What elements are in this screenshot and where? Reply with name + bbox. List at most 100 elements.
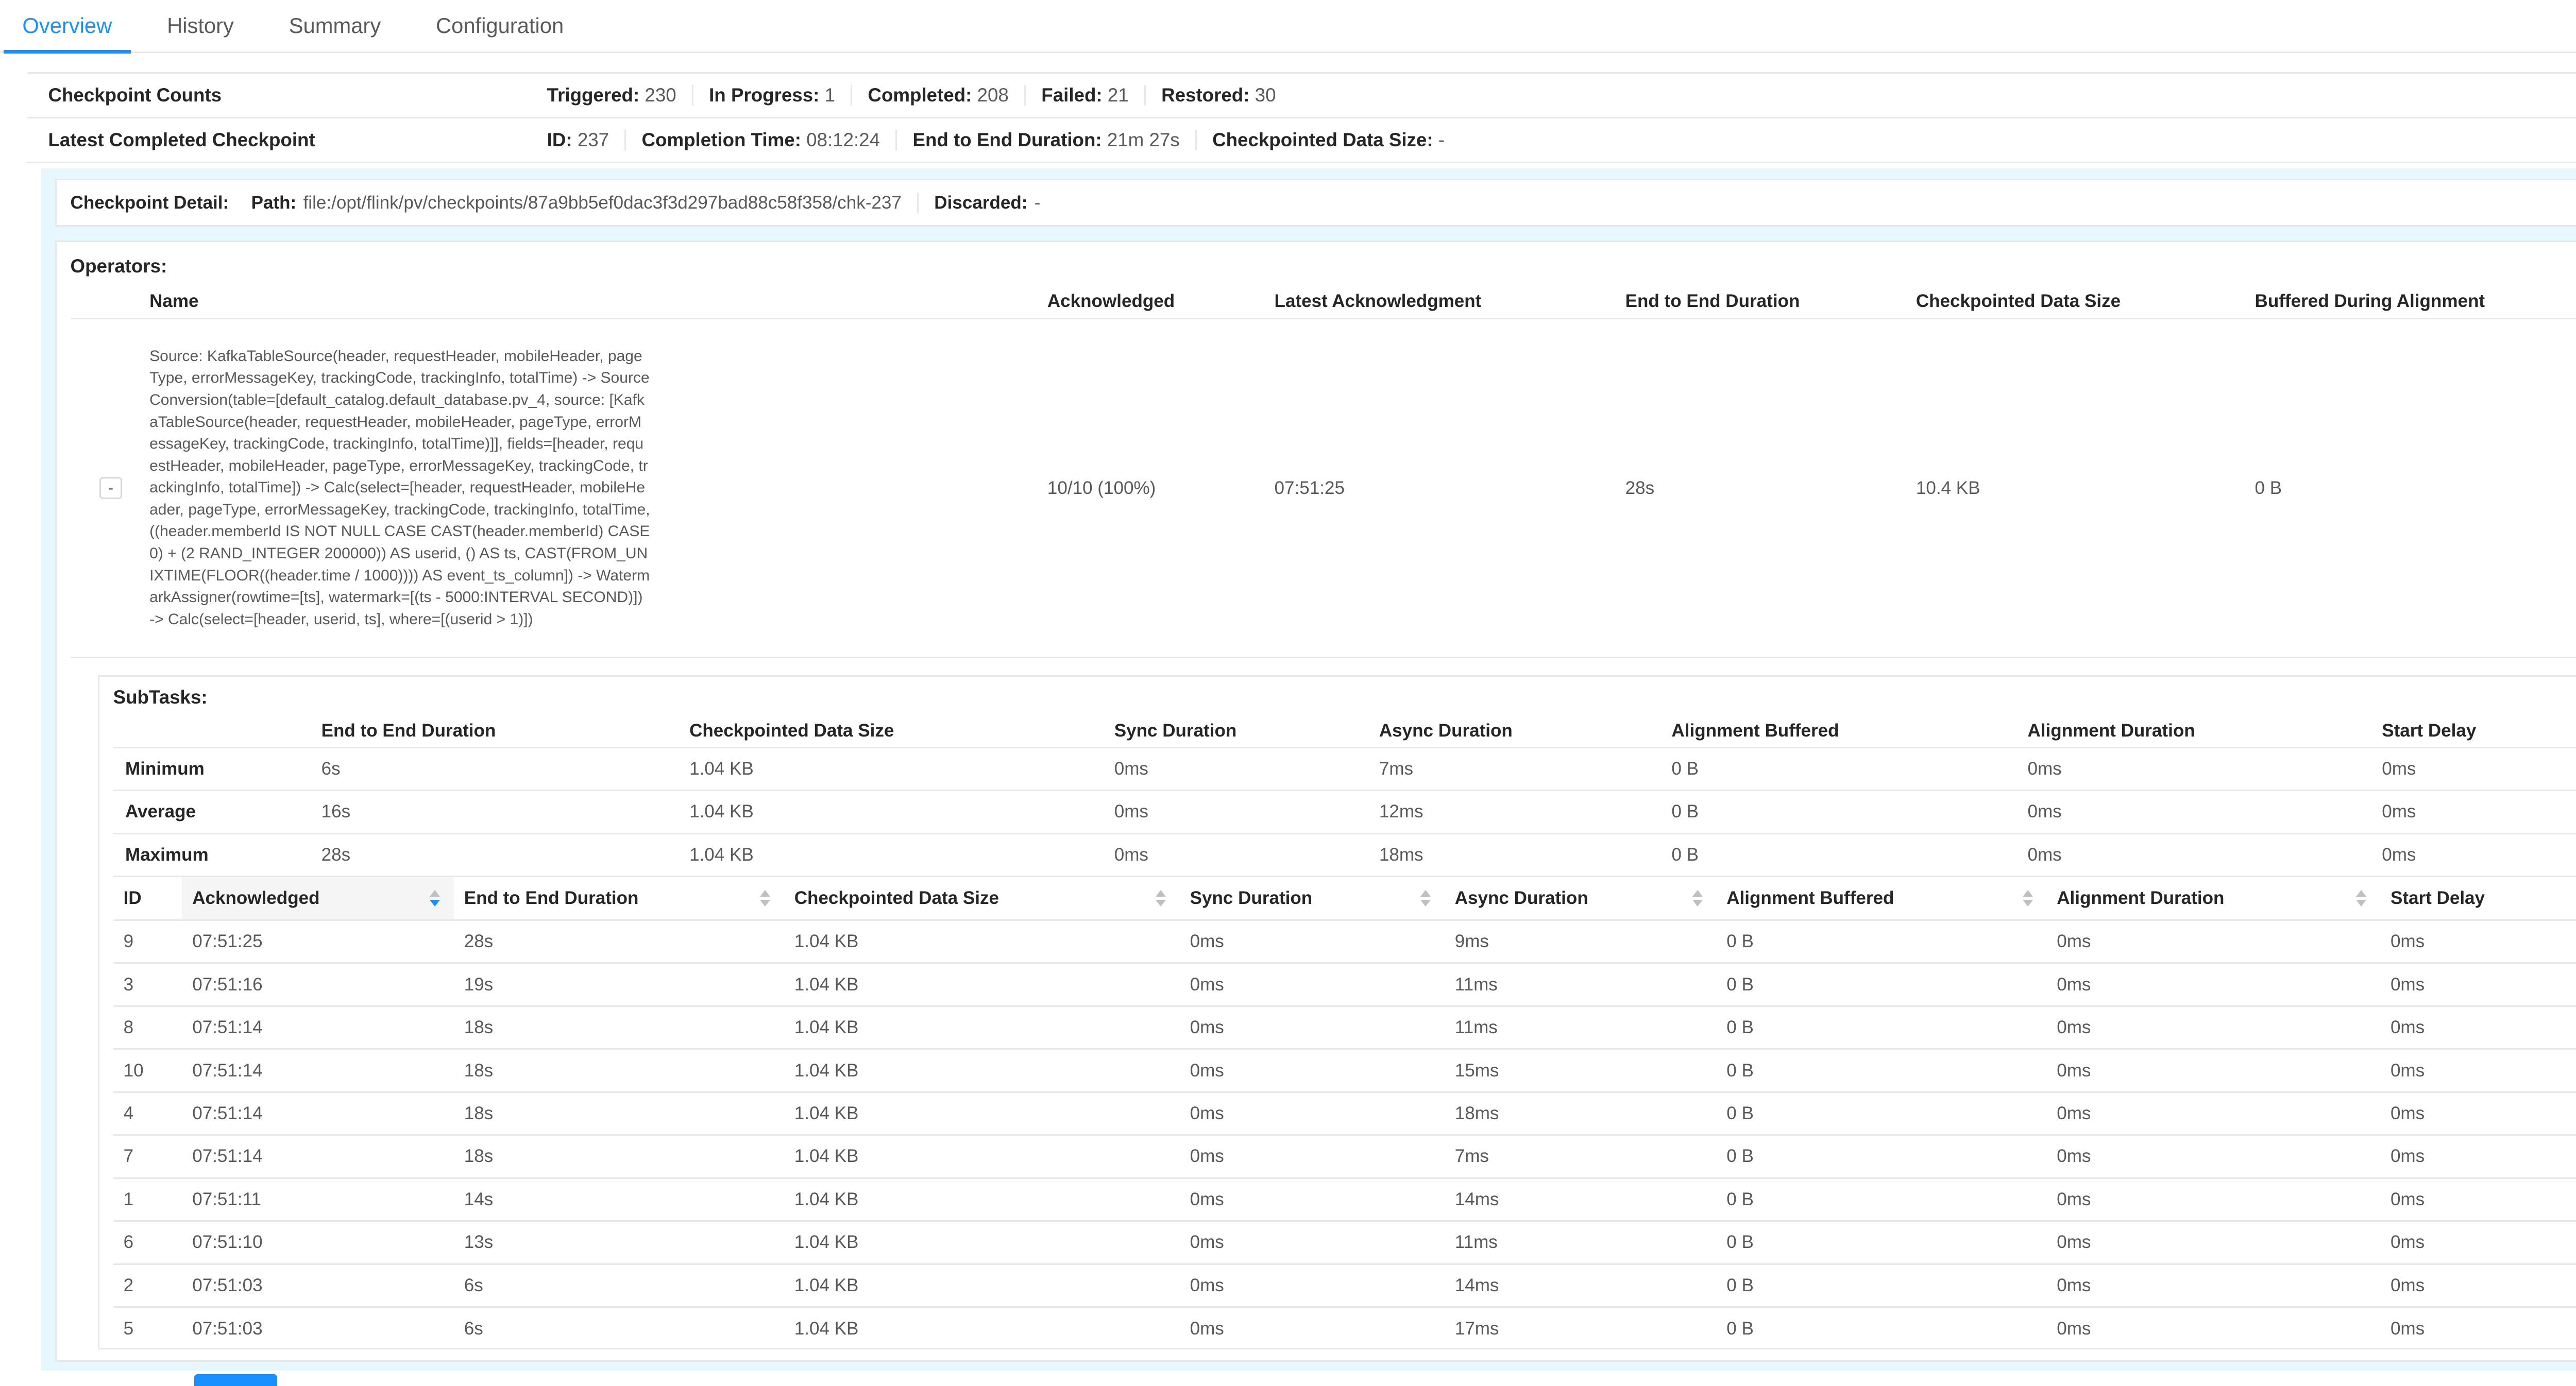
subtask-cell: 18s xyxy=(454,1006,784,1049)
checkpoint-stats: Checkpoint Counts Triggered: 230In Progr… xyxy=(27,72,2576,163)
path-label: Path: xyxy=(251,193,297,213)
column-header-acknowledged: Acknowledged xyxy=(1047,291,1275,312)
summary-row-label: Minimum xyxy=(113,747,315,790)
stat-item: Triggered: 230 xyxy=(547,84,676,106)
summary-cell: 0 B xyxy=(1665,833,2021,876)
operators-table: Name Acknowledged Latest Acknowledgment … xyxy=(71,285,2576,658)
subtask-cell: 0ms xyxy=(1180,1006,1445,1049)
subtask-cell: 0 B xyxy=(1716,1135,2046,1178)
subtasks-section-label: SubTasks: xyxy=(113,687,2576,708)
stat-value: 30 xyxy=(1249,84,1276,106)
summary-cell: 12ms xyxy=(1372,791,1665,833)
subtask-cell: 0 B xyxy=(1716,1264,2046,1307)
checkpoint-counts-values: Triggered: 230In Progress: 1Completed: 2… xyxy=(547,84,1276,106)
subtask-cell: 0ms xyxy=(2380,1264,2576,1307)
column-header-async-duration[interactable]: Async Duration xyxy=(1445,877,1717,920)
subtask-cell: 0 B xyxy=(1716,1092,2046,1135)
tab-overview[interactable]: Overview xyxy=(4,0,131,52)
stat-label: ID: xyxy=(547,129,572,150)
column-header-acknowledged[interactable]: Acknowledged xyxy=(182,877,454,920)
subtask-cell: 1.04 KB xyxy=(784,963,1180,1006)
caret-down-icon xyxy=(2023,900,2033,906)
stat-item: Completion Time: 08:12:24 xyxy=(642,129,880,151)
stat-item: Checkpointed Data Size: - xyxy=(1212,129,1445,151)
summary-row-label: Maximum xyxy=(113,833,315,876)
summary-cell: 6s xyxy=(314,747,682,790)
subtask-cell: 0ms xyxy=(2046,1307,2380,1350)
summary-col-start-delay: Start Delay xyxy=(2375,715,2576,747)
subtask-cell: 0ms xyxy=(1180,1092,1445,1135)
subtask-cell: 0ms xyxy=(1180,1221,1445,1264)
subtask-cell: 9ms xyxy=(1445,920,1717,963)
detail-header-row: ID AcknowledgedEnd to End DurationCheckpo… xyxy=(113,877,2576,920)
checkpoints-overview-panel: Overview History Summary Configuration R… xyxy=(0,0,2576,1386)
subtask-cell: 0ms xyxy=(2380,920,2576,963)
subtask-row: 607:51:1013s1.04 KB0ms11ms0 B0ms0ms xyxy=(113,1221,2576,1264)
subtask-row: 707:51:1418s1.04 KB0ms7ms0 B0ms0ms xyxy=(113,1135,2576,1178)
subtask-cell: 0ms xyxy=(1180,1178,1445,1221)
tab-history[interactable]: History xyxy=(148,0,252,52)
discarded-value: - xyxy=(1035,193,1041,213)
summary-row: Average16s1.04 KB0ms12ms0 B0ms0ms xyxy=(113,791,2576,833)
stat-item: End to End Duration: 21m 27s xyxy=(912,129,1179,151)
stat-item: Completed: 208 xyxy=(868,84,1008,106)
column-header-alignment-buffered[interactable]: Alignment Buffered xyxy=(1716,877,2046,920)
column-header-alignment-duration[interactable]: Alignment Duration xyxy=(2046,877,2380,920)
divider xyxy=(851,85,852,106)
tab-summary[interactable]: Summary xyxy=(270,0,400,52)
subtask-cell: 0ms xyxy=(1180,963,1445,1006)
summary-col-alignment-duration: Alignment Duration xyxy=(2021,715,2375,747)
subtask-cell: 07:51:14 xyxy=(182,1092,454,1135)
column-header-latest-acknowledgment: Latest Acknowledgment xyxy=(1275,291,1625,312)
subtask-cell: 0 B xyxy=(1716,1221,2046,1264)
collapse-toggle-button[interactable]: - xyxy=(99,477,122,499)
subtask-cell: 0 B xyxy=(1716,1307,2046,1350)
subtask-cell: 1.04 KB xyxy=(784,1135,1180,1178)
subtask-cell: 0ms xyxy=(1180,1049,1445,1092)
stat-value: 230 xyxy=(639,84,676,106)
subtask-row: 907:51:2528s1.04 KB0ms9ms0 B0ms0ms xyxy=(113,920,2576,963)
summary-cell: 0 B xyxy=(1665,791,2021,833)
column-header-start-delay[interactable]: Start Delay xyxy=(2380,877,2576,920)
subtask-cell: 13s xyxy=(454,1221,784,1264)
partially-visible-button[interactable] xyxy=(194,1374,277,1386)
checkpoint-detail-card: Checkpoint Detail: Path: file:/opt/flink… xyxy=(55,179,2576,227)
caret-down-icon xyxy=(430,900,440,906)
stat-item: ID: 237 xyxy=(547,129,609,151)
subtask-row: 507:51:036s1.04 KB0ms17ms0 B0ms0ms xyxy=(113,1307,2576,1350)
subtask-cell: 14s xyxy=(454,1178,784,1221)
column-header-end-to-end-duration[interactable]: End to End Duration xyxy=(454,877,784,920)
subtask-cell: 07:51:11 xyxy=(182,1178,454,1221)
operators-card: Operators: Name Acknowledged Latest Ackn… xyxy=(55,241,2576,1362)
checkpoint-counts-row: Checkpoint Counts Triggered: 230In Progr… xyxy=(27,72,2576,117)
subtask-cell: 0 B xyxy=(1716,1178,2046,1221)
subtask-cell: 9 xyxy=(113,920,182,963)
subtask-cell: 8 xyxy=(113,1006,182,1049)
caret-up-icon xyxy=(1420,890,1431,897)
subtask-cell: 6s xyxy=(454,1264,784,1307)
subtask-cell: 0ms xyxy=(2046,1221,2380,1264)
subtask-cell: 0ms xyxy=(2046,1006,2380,1049)
stat-value: 21 xyxy=(1103,84,1129,106)
subtask-cell: 1.04 KB xyxy=(784,1178,1180,1221)
tab-configuration[interactable]: Configuration xyxy=(417,0,583,52)
column-header-sync-duration[interactable]: Sync Duration xyxy=(1180,877,1445,920)
summary-cell: 0ms xyxy=(2375,747,2576,790)
summary-col-sync-duration: Sync Duration xyxy=(1107,715,1372,747)
summary-cell: 1.04 KB xyxy=(683,747,1108,790)
stat-label: Checkpointed Data Size: xyxy=(1212,129,1433,150)
stat-label: In Progress: xyxy=(709,84,819,106)
subtask-cell: 10 xyxy=(113,1049,182,1092)
subtask-cell: 07:51:14 xyxy=(182,1135,454,1178)
caret-up-icon xyxy=(1692,890,1703,897)
sorter-icon xyxy=(760,890,770,907)
column-header-checkpointed-data-size[interactable]: Checkpointed Data Size xyxy=(784,877,1180,920)
column-title: ID xyxy=(124,888,142,909)
subtask-cell: 0ms xyxy=(1180,1264,1445,1307)
sorter-icon xyxy=(430,890,440,907)
subtask-cell: 0ms xyxy=(2046,920,2380,963)
column-header-id: ID xyxy=(113,877,182,920)
subtask-cell: 07:51:10 xyxy=(182,1221,454,1264)
stat-label: Triggered: xyxy=(547,84,640,106)
column-title: Start Delay xyxy=(2391,888,2485,909)
